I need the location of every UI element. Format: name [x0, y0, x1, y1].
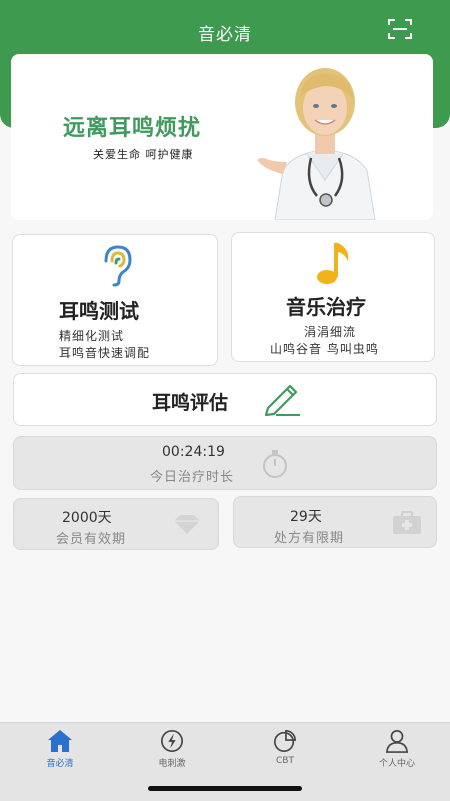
music-therapy-card[interactable]: 音乐治疗 涓涓细流 山鸣谷音 鸟叫虫鸣 [231, 232, 435, 362]
tab-electro-stim-label: 电刺激 [158, 759, 186, 769]
membership-value: 2000天 [62, 510, 112, 526]
tab-electro-stim[interactable]: 电刺激 [132, 729, 212, 773]
banner-subtitle: 关爱生命 呵护健康 [93, 148, 194, 161]
tinnitus-test-title: 耳鸣测试 [59, 299, 139, 323]
treatment-time-label: 今日治疗时长 [150, 470, 235, 485]
membership-panel: 2000天 会员有效期 [13, 498, 219, 550]
treatment-time-panel: 00:24:19 今日治疗时长 [13, 436, 437, 490]
tinnitus-test-card[interactable]: 耳鸣测试 精细化测试 耳鸣音快速调配 [12, 234, 218, 366]
banner-title: 远离耳鸣烦扰 [63, 116, 202, 141]
medical-kit-icon [393, 511, 421, 534]
doctor-illustration [257, 68, 376, 220]
music-therapy-desc-2: 山鸣谷音 鸟叫虫鸣 [270, 342, 379, 356]
membership-label: 会员有效期 [56, 532, 127, 547]
user-icon [385, 730, 409, 753]
promo-banner[interactable]: 远离耳鸣烦扰 关爱生命 呵护健康 [11, 54, 433, 220]
prescription-label: 处方有限期 [274, 531, 345, 546]
tinnitus-test-desc-1: 精细化测试 [59, 329, 125, 343]
ear-icon [104, 245, 132, 287]
tab-cbt-label: CBT [276, 756, 294, 766]
diamond-icon [174, 515, 200, 534]
tab-profile-label: 个人中心 [378, 759, 415, 769]
tab-home-label: 音必清 [46, 759, 74, 769]
home-icon [48, 730, 72, 752]
scan-icon[interactable] [388, 18, 412, 40]
tinnitus-assessment-card[interactable]: 耳鸣评估 [13, 373, 437, 426]
pie-chart-icon [274, 730, 296, 752]
music-therapy-desc-1: 涓涓细流 [304, 325, 357, 339]
prescription-panel: 29天 处方有限期 [233, 496, 437, 548]
lightning-icon [161, 730, 183, 752]
page-title: 音必清 [198, 25, 252, 45]
tab-profile[interactable]: 个人中心 [357, 729, 437, 773]
home-indicator[interactable] [148, 786, 302, 791]
tinnitus-assessment-title: 耳鸣评估 [152, 392, 229, 414]
treatment-time-value: 00:24:19 [162, 444, 225, 460]
music-therapy-title: 音乐治疗 [286, 295, 366, 319]
stopwatch-icon [263, 450, 287, 478]
prescription-value: 29天 [290, 509, 322, 525]
tab-home[interactable]: 音必清 [20, 729, 100, 773]
tab-cbt[interactable]: CBT [245, 729, 325, 773]
tinnitus-test-desc-2: 耳鸣音快速调配 [59, 346, 151, 360]
music-note-icon [317, 243, 349, 284]
pencil-icon [264, 384, 300, 416]
